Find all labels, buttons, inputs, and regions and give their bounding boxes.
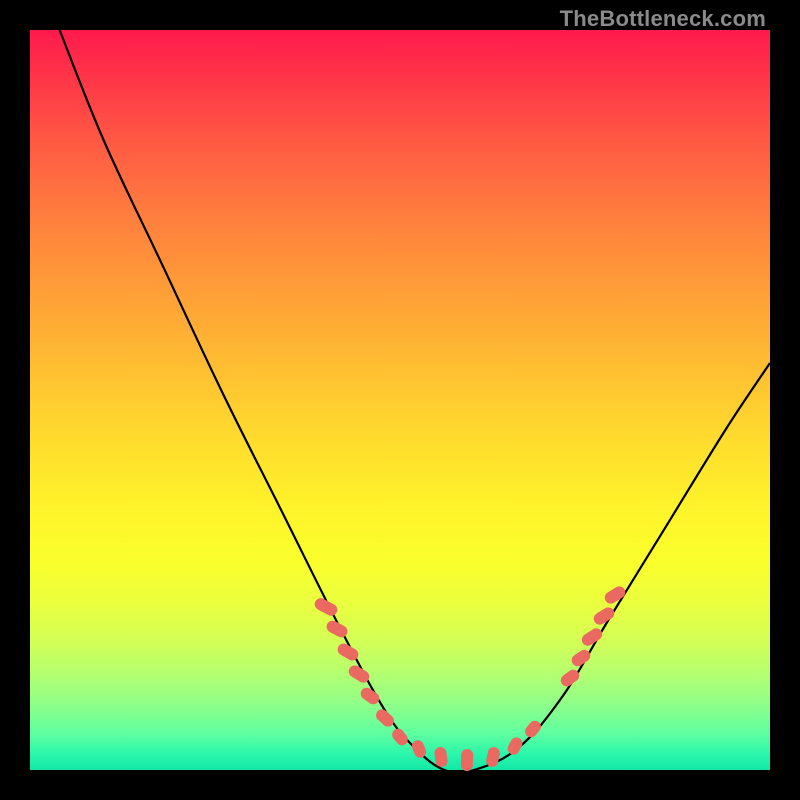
- curve-layer: [30, 30, 770, 770]
- bottleneck-curve: [60, 30, 770, 773]
- watermark-text: TheBottleneck.com: [560, 6, 766, 32]
- highlight-blob: [460, 748, 473, 770]
